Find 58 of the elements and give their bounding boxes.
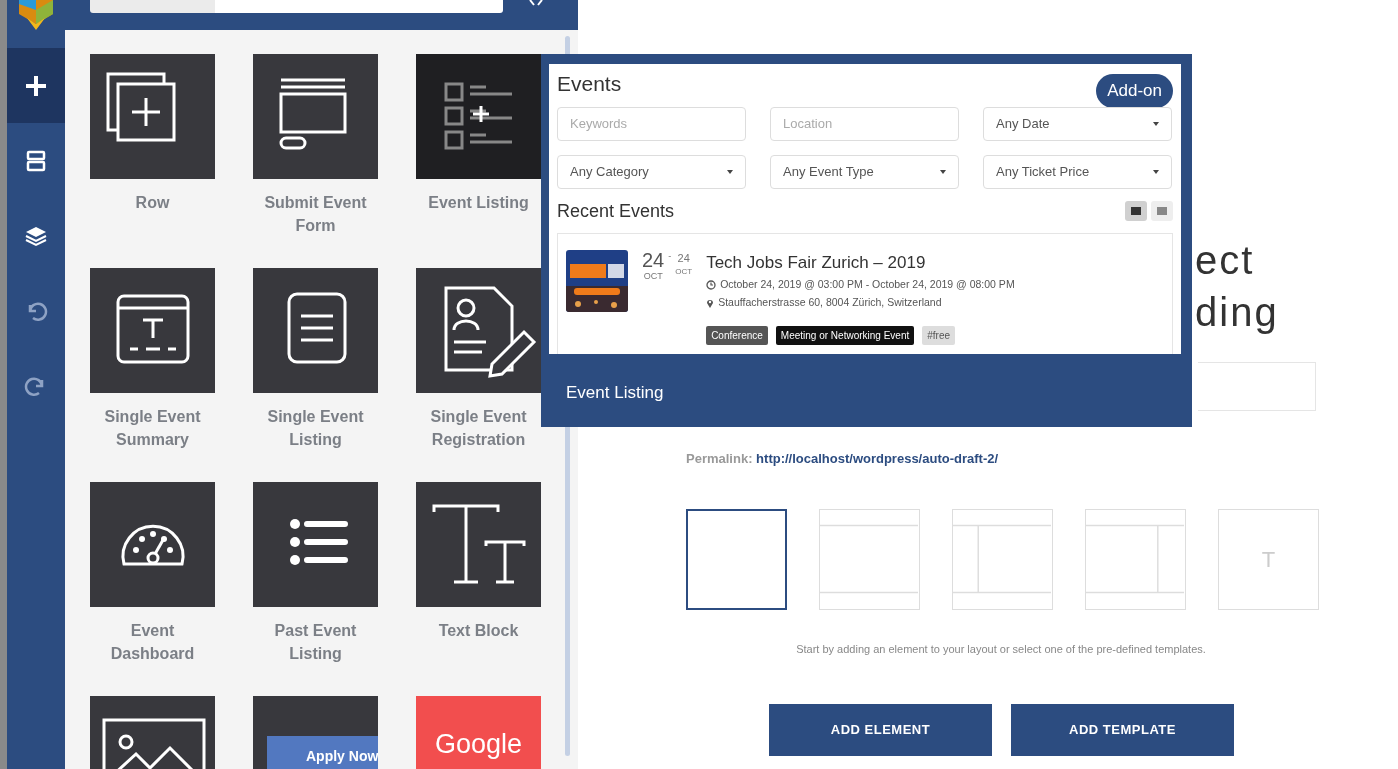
event-tag[interactable]: Meeting or Networking Event: [775, 325, 915, 345]
heading-text: ding: [1195, 289, 1280, 336]
preview-title: Events: [557, 71, 622, 97]
month-label: OCT: [642, 269, 664, 283]
permalink-link[interactable]: http://localhost/wordpress/auto-draft-2/: [756, 451, 999, 466]
action-button[interactable]: ADD TEMPLATE: [1011, 704, 1234, 756]
tile-label: Event Listing: [427, 193, 530, 213]
filter-field[interactable]: Location: [770, 106, 959, 141]
element-tile[interactable]: Google: [416, 696, 541, 769]
grid-icon: [1157, 207, 1167, 215]
apply-button-preview: Apply Now: [267, 736, 378, 769]
plus-icon: [24, 73, 48, 98]
filter-dropdown[interactable]: Any Category: [557, 154, 746, 189]
clock-icon: [706, 279, 717, 290]
font-preview-text: Google: [434, 728, 523, 760]
element-tile[interactable]: Apply Now: [253, 696, 378, 769]
location-pin-icon: [706, 297, 715, 308]
layout-icon: [24, 148, 48, 173]
date-separator: -: [668, 249, 672, 263]
search-field[interactable]: [215, 0, 503, 13]
tile-label: Row: [134, 193, 171, 213]
event-tag[interactable]: Conference: [706, 325, 768, 345]
tile-label: Submit Event Form: [263, 193, 368, 236]
addon-button[interactable]: Add-on: [1096, 74, 1173, 108]
month-label: OCT: [675, 266, 693, 278]
day-number: 24: [642, 249, 665, 270]
day-number: 24: [676, 250, 691, 266]
section-title: Recent Events: [557, 199, 675, 223]
tile-label: Single Event Listing: [266, 407, 365, 450]
event-address: Stauffacherstrasse 60, 8004 Zürich, Switzerland: [718, 294, 942, 310]
tile-label: Past Event Listing: [273, 621, 358, 664]
sidebar-button[interactable]: [7, 48, 65, 123]
permalink-label: Permalink:: [686, 451, 753, 466]
heading-text: ect: [1195, 237, 1256, 284]
filter-dropdown[interactable]: Any Date: [983, 106, 1172, 141]
preview-caption: Event Listing: [565, 382, 665, 404]
event-time: October 24, 2019 @ 03:00 PM - October 24, 2019 @ 08:00 PM: [720, 277, 1015, 292]
tile-label: Event Dashboard: [109, 621, 196, 664]
list-view-button[interactable]: [1125, 201, 1147, 221]
caret-icon: [940, 169, 946, 174]
event-tag[interactable]: #free: [922, 325, 956, 345]
caret-icon: [1153, 121, 1159, 126]
layout-template[interactable]: [686, 508, 787, 610]
caret-icon: [727, 169, 733, 174]
tile-label: Text Block: [437, 621, 520, 641]
close-icon[interactable]: [529, 0, 543, 6]
filter-field[interactable]: Keywords: [557, 106, 746, 141]
hint-text: Start by adding an element to your layout or select one of the pre-defined templates.: [795, 641, 1207, 657]
cube-logo: [17, 0, 55, 30]
action-button[interactable]: ADD ELEMENT: [769, 704, 992, 756]
list-icon: [1131, 207, 1141, 215]
tile-label: Single Event Summary: [103, 407, 202, 450]
caret-icon: [1153, 169, 1159, 174]
filter-dropdown[interactable]: Any Ticket Price: [983, 154, 1172, 189]
event-title: Tech Jobs Fair Zurich – 2019: [706, 251, 927, 274]
tile-label: Single Event Registration: [429, 407, 528, 450]
filter-dropdown[interactable]: Any Event Type: [770, 154, 959, 189]
title-field[interactable]: [1198, 362, 1316, 411]
